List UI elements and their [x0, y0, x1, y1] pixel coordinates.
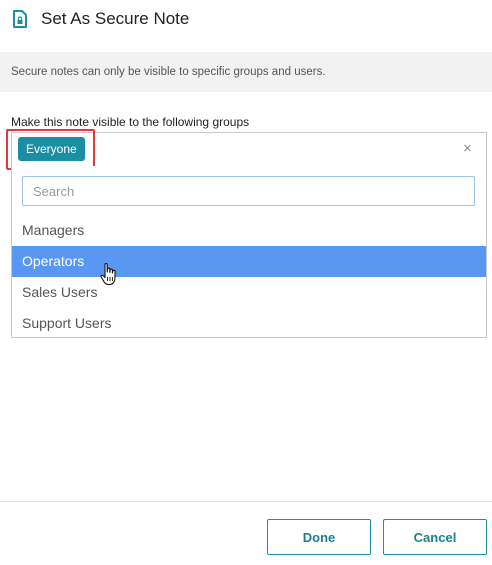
done-button[interactable]: Done [267, 519, 371, 555]
group-search-input[interactable] [22, 176, 475, 206]
dropdown-option-operators[interactable]: Operators [12, 246, 486, 277]
hand-pointer-cursor-icon [99, 262, 119, 286]
clear-selection-icon[interactable]: × [463, 140, 472, 157]
info-text: Secure notes can only be visible to spec… [11, 66, 326, 78]
annotation-highlight-frame [6, 129, 95, 170]
footer-divider [0, 501, 492, 502]
info-banner: Secure notes can only be visible to spec… [0, 52, 492, 92]
dialog-title: Set As Secure Note [41, 9, 190, 28]
dialog-header: Set As Secure Note [0, 0, 492, 40]
groups-field-label: Make this note visible to the following … [11, 115, 250, 129]
dropdown-option-sales-users[interactable]: Sales Users [12, 277, 486, 308]
dropdown-option-support-users[interactable]: Support Users [12, 308, 486, 339]
cancel-button[interactable]: Cancel [383, 519, 487, 555]
secure-note-icon [12, 10, 28, 28]
secure-note-dialog: Set As Secure Note Secure notes can only… [0, 0, 492, 565]
dropdown-option-managers[interactable]: Managers [12, 215, 486, 246]
